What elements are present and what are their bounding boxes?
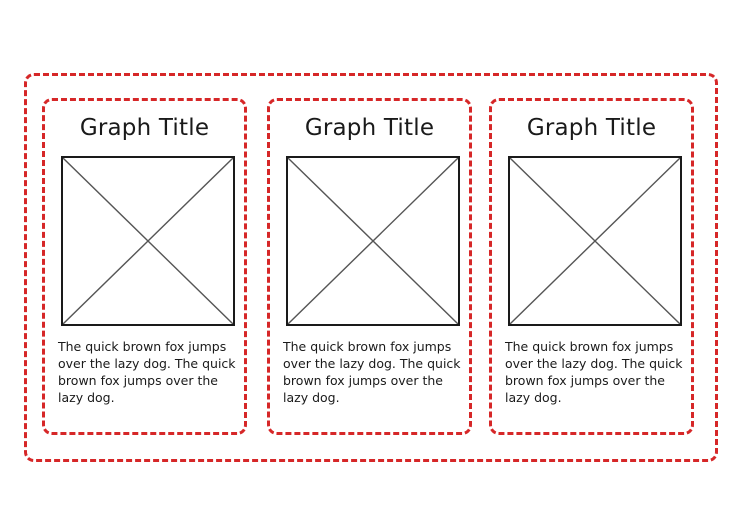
graph-card-2: Graph Title The quick brown fox jumps ov…: [267, 98, 472, 435]
graph-description: The quick brown fox jumps over the lazy …: [58, 339, 236, 405]
image-placeholder-icon: [508, 156, 682, 326]
graph-card-3: Graph Title The quick brown fox jumps ov…: [489, 98, 694, 435]
graph-description: The quick brown fox jumps over the lazy …: [505, 339, 683, 405]
graph-title: Graph Title: [526, 115, 657, 141]
image-placeholder-icon: [286, 156, 460, 326]
graph-description: The quick brown fox jumps over the lazy …: [283, 339, 461, 405]
image-placeholder-icon: [61, 156, 235, 326]
graph-title: Graph Title: [79, 115, 210, 141]
graph-title: Graph Title: [304, 115, 435, 141]
graph-card-1: Graph Title The quick brown fox jumps ov…: [42, 98, 247, 435]
